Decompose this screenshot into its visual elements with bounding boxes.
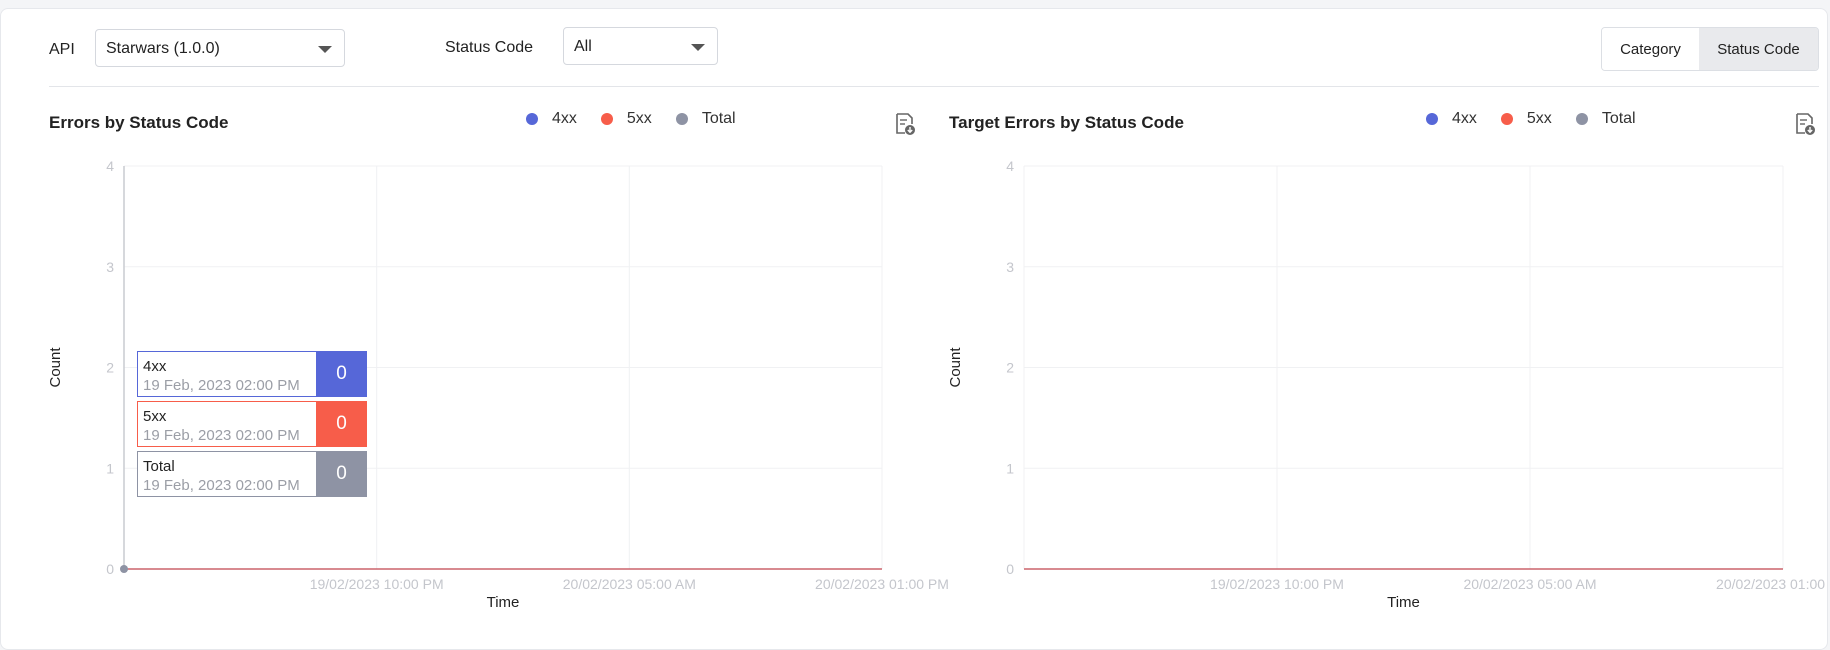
- y-tick-label: 0: [106, 561, 114, 577]
- tooltip-value: 0: [316, 451, 367, 497]
- tooltip-series-name: 4xx: [143, 358, 167, 375]
- x-tick-label: 19/02/2023 10:00 PM: [1210, 576, 1344, 592]
- target-errors-by-status-code-chart: 0 1 2 3 4 19/02/2023 10:00 PM 20/02/2023 05:00…: [947, 158, 1830, 611]
- tooltip-series-name: Total: [143, 458, 175, 475]
- y-tick-label: 2: [106, 360, 114, 376]
- tooltip-timestamp: 19 Feb, 2023 02:00 PM: [143, 377, 300, 394]
- x-tick-label: 20/02/2023 05:00 AM: [1463, 576, 1596, 592]
- x-tick-label: 20/02/2023 01:00 PM: [1716, 576, 1830, 592]
- y-tick-label: 4: [1006, 158, 1014, 174]
- x-tick-label: 19/02/2023 10:00 PM: [310, 576, 444, 592]
- y-axis-title: Count: [47, 347, 64, 388]
- hover-point: [120, 565, 128, 573]
- tooltip-timestamp: 19 Feb, 2023 02:00 PM: [143, 427, 300, 444]
- y-tick-label: 3: [106, 259, 114, 275]
- tooltip-series-name: 5xx: [143, 408, 167, 425]
- x-axis-title: Time: [487, 594, 520, 611]
- y-axis-title: Count: [947, 347, 964, 388]
- errors-by-status-code-chart: 0 1 2 3 4 19/02/2023 10:00 PM 20/02/2023 05:00…: [47, 158, 949, 611]
- y-tick-label: 4: [106, 158, 114, 174]
- x-axis-title: Time: [1387, 594, 1420, 611]
- tooltip-value: 0: [316, 351, 367, 397]
- tooltip-timestamp: 19 Feb, 2023 02:00 PM: [143, 477, 300, 494]
- tooltip-value: 0: [316, 401, 367, 447]
- chart-tooltip: 4xx 19 Feb, 2023 02:00 PM 0 5xx 19 Feb, …: [137, 351, 367, 501]
- y-tick-label: 3: [1006, 259, 1014, 275]
- x-tick-label: 20/02/2023 05:00 AM: [563, 576, 696, 592]
- y-tick-label: 2: [1006, 360, 1014, 376]
- tooltip-row-5xx: 5xx 19 Feb, 2023 02:00 PM 0: [137, 401, 367, 447]
- y-tick-label: 1: [1006, 460, 1014, 476]
- y-tick-label: 0: [1006, 561, 1014, 577]
- tooltip-row-4xx: 4xx 19 Feb, 2023 02:00 PM 0: [137, 351, 367, 397]
- tooltip-row-total: Total 19 Feb, 2023 02:00 PM 0: [137, 451, 367, 497]
- y-tick-label: 1: [106, 460, 114, 476]
